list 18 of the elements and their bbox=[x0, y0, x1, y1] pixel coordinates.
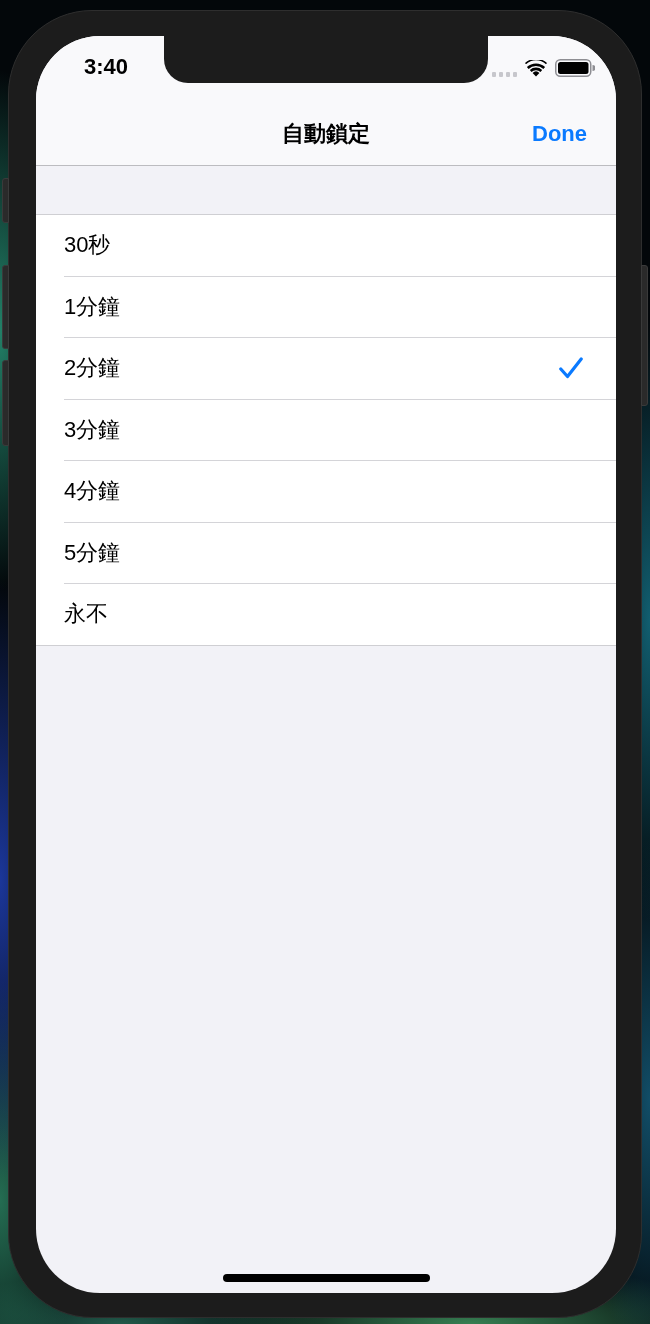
status-time: 3:40 bbox=[84, 54, 129, 80]
side-button[interactable] bbox=[641, 265, 648, 406]
wifi-icon bbox=[525, 59, 547, 77]
side-button[interactable] bbox=[2, 360, 9, 446]
list-row[interactable]: 30秒 bbox=[36, 215, 616, 276]
list-row[interactable]: 4分鐘 bbox=[36, 461, 616, 522]
side-button[interactable] bbox=[2, 178, 9, 223]
done-button[interactable]: Done bbox=[532, 120, 587, 147]
battery-icon bbox=[555, 59, 595, 77]
list-row[interactable]: 永不 bbox=[36, 584, 616, 645]
list-row[interactable]: 2分鐘 bbox=[36, 338, 616, 399]
side-button[interactable] bbox=[2, 265, 9, 349]
list-row[interactable]: 5分鐘 bbox=[36, 522, 616, 583]
nav-title: 自動鎖定 bbox=[282, 119, 370, 148]
home-indicator[interactable] bbox=[222, 1274, 430, 1282]
list-row[interactable]: 3分鐘 bbox=[36, 399, 616, 460]
list-row[interactable]: 1分鐘 bbox=[36, 276, 616, 337]
signal-icon bbox=[492, 71, 517, 77]
